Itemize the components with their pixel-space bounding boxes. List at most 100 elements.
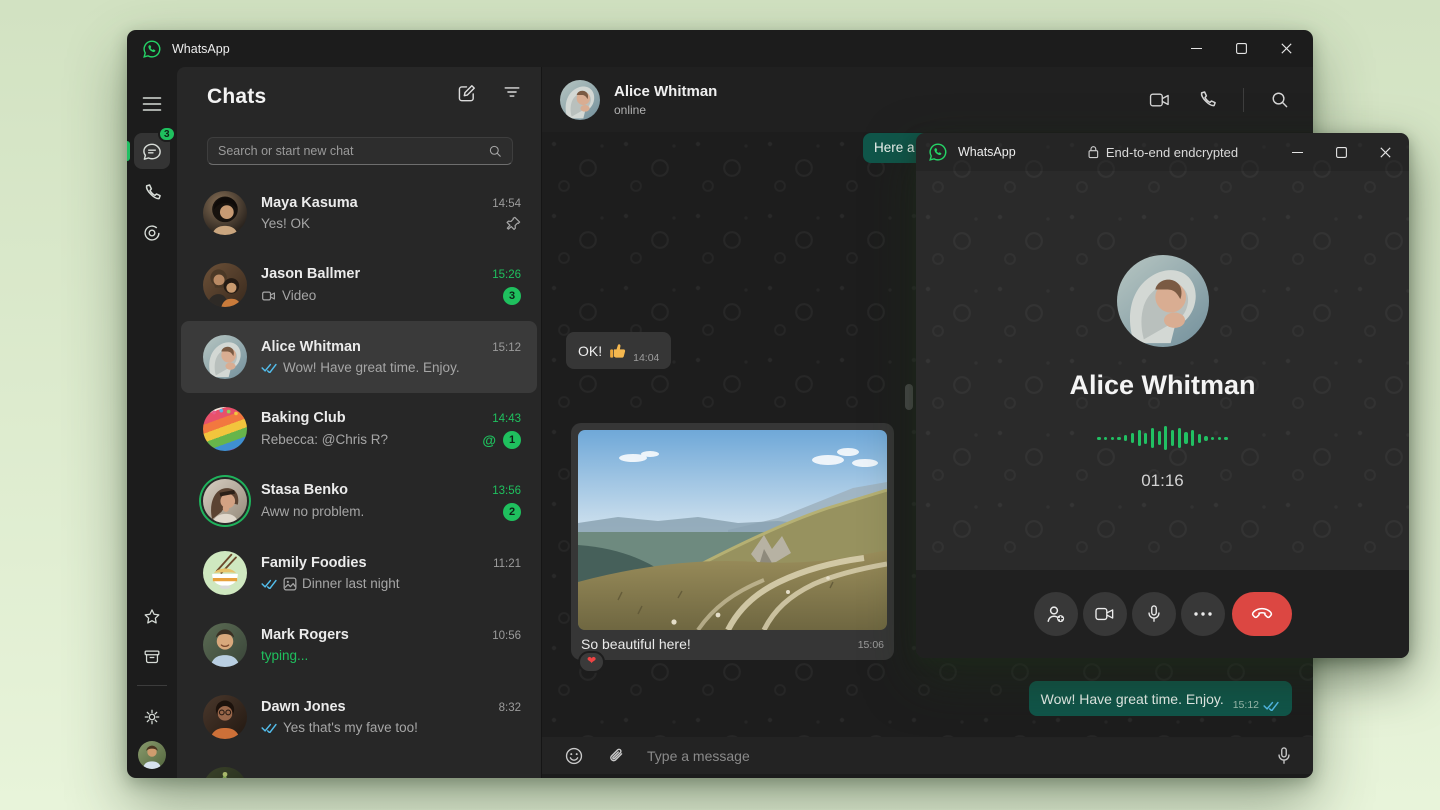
photo-message-icon (283, 577, 297, 591)
profile-avatar[interactable] (138, 741, 166, 769)
message-input[interactable] (647, 748, 1253, 764)
pinned-icon (506, 216, 521, 231)
photo-mountain-landscape[interactable] (578, 430, 887, 630)
voice-waveform (916, 425, 1409, 451)
desktop: WhatsApp 3 (0, 0, 1440, 810)
sidebar-item-archived[interactable] (142, 647, 162, 667)
close-button[interactable] (1264, 30, 1309, 67)
emoji-icon[interactable] (564, 746, 584, 766)
chat-name: Baking Club (261, 410, 346, 426)
call-minimize-button[interactable] (1275, 133, 1319, 171)
chat-name: Stasa Benko (261, 482, 348, 498)
chat-avatar (203, 551, 247, 595)
video-call-icon[interactable] (1149, 91, 1171, 109)
chat-list: Maya Kasuma 14:54 Yes! OK Jason Ballmer15:2… (177, 177, 541, 778)
search-input[interactable] (218, 144, 488, 158)
chat-name: Jason Ballmer (261, 266, 360, 282)
chat-time: 11:21 (493, 558, 521, 570)
sidebar-item-starred[interactable] (142, 607, 162, 627)
whatsapp-call-window: WhatsApp End-to-end endcrypted Alice Whi… (916, 133, 1409, 658)
search-box[interactable] (207, 137, 513, 165)
sidebar-item-settings[interactable] (142, 707, 162, 727)
maximize-button[interactable] (1219, 30, 1264, 67)
message-composer (542, 737, 1313, 774)
unread-badge: 3 (503, 287, 521, 305)
sidebar-item-status[interactable] (142, 223, 162, 243)
chat-time: 14:54 (492, 198, 521, 210)
chats-panel: Chats Maya Kasuma 14:54 Yes! OK Jason Ballm… (177, 67, 541, 778)
photo-caption: So beautiful here! (581, 636, 691, 652)
attach-icon[interactable] (606, 746, 625, 765)
chat-list-item[interactable]: Maya Kasuma 14:54 Yes! OK (177, 177, 541, 249)
chat-name: Alice Whitman (261, 339, 361, 355)
pinned-icon-wrap (506, 216, 521, 231)
chat-name: Mark Rogers (261, 627, 349, 643)
unread-badge: 2 (503, 503, 521, 521)
chat-list-item[interactable]: Dawn Jones8:32Yes that's my fave too! (177, 681, 541, 753)
heart-reaction-badge[interactable]: ❤ (578, 651, 605, 673)
call-window-title: WhatsApp (958, 145, 1016, 159)
menu-icon[interactable] (143, 96, 162, 112)
more-options-button[interactable] (1181, 592, 1225, 636)
contact-presence: online (614, 103, 717, 117)
main-titlebar[interactable]: WhatsApp (127, 30, 1313, 67)
search-in-chat-icon[interactable] (1270, 90, 1289, 109)
chat-list-item[interactable]: Alice Whitman 15:12 Wow! Have great time. … (181, 321, 537, 393)
voice-call-icon[interactable] (1197, 90, 1217, 110)
chat-name: Maya Kasuma (261, 195, 358, 211)
active-tab-indicator (127, 141, 130, 161)
call-titlebar[interactable]: WhatsApp End-to-end endcrypted (916, 133, 1409, 171)
conversation-header[interactable]: Alice Whitman online (542, 67, 1313, 132)
add-person-button[interactable] (1034, 592, 1078, 636)
chat-preview: Yes! OK (261, 216, 310, 231)
chats-icon (142, 141, 163, 162)
video-message-icon (261, 290, 277, 302)
call-close-button[interactable] (1363, 133, 1407, 171)
call-contact-name: Alice Whitman (916, 370, 1409, 401)
call-contact-avatar (1117, 255, 1209, 347)
mic-icon[interactable] (1275, 746, 1293, 766)
message-outgoing-wow[interactable]: Wow! Have great time. Enjoy. 15:12 (1029, 681, 1292, 716)
thumbs-up-emoji (608, 341, 627, 360)
contact-avatar (560, 80, 600, 120)
chat-time: 10:56 (492, 630, 521, 642)
mic-toggle-button[interactable] (1132, 592, 1176, 636)
chat-avatar (203, 407, 247, 451)
chat-time: 15:12 (492, 342, 521, 354)
call-timer: 01:16 (916, 471, 1409, 491)
chat-preview: Wow! Have great time. Enjoy. (283, 360, 460, 375)
read-ticks-icon (261, 722, 278, 733)
encryption-label: End-to-end endcrypted (1087, 145, 1238, 160)
chat-time: 8:32 (499, 702, 521, 714)
new-chat-icon[interactable] (456, 83, 477, 104)
chat-avatar (203, 695, 247, 739)
call-maximize-button[interactable] (1319, 133, 1363, 171)
window-title: WhatsApp (172, 42, 230, 56)
read-ticks-icon (261, 362, 278, 373)
chat-list-item[interactable]: Ziggy Woodley8:12 (177, 753, 541, 778)
chat-list-item[interactable]: Mark Rogers 10:56 typing... (177, 609, 541, 681)
whatsapp-logo-icon (928, 142, 948, 162)
unread-badge: 1 (503, 431, 521, 449)
chat-list-item[interactable]: Stasa Benko13:56Aww no problem.2 (177, 465, 541, 537)
chat-list-item[interactable]: Baking Club14:43Rebecca: @Chris R?@1 (177, 393, 541, 465)
header-divider (1243, 88, 1244, 112)
chat-scrollbar-thumb[interactable] (905, 384, 913, 410)
chats-panel-title: Chats (207, 85, 266, 109)
message-incoming-ok[interactable]: OK! 14:04 (566, 332, 671, 369)
chat-list-item[interactable]: Family Foodies11:21Dinner last night (177, 537, 541, 609)
whatsapp-logo-icon (142, 39, 162, 59)
call-controls-bar (916, 570, 1409, 658)
minimize-button[interactable] (1174, 30, 1219, 67)
video-toggle-button[interactable] (1083, 592, 1127, 636)
nav-rail: 3 (127, 67, 177, 778)
sidebar-item-calls[interactable] (142, 183, 162, 203)
mention-badge: @ (482, 432, 496, 448)
chat-avatar (203, 767, 247, 778)
chat-list-item[interactable]: Jason Ballmer15:26Video3 (177, 249, 541, 321)
chats-unread-badge: 3 (158, 126, 176, 142)
filter-icon[interactable] (503, 83, 521, 104)
end-call-button[interactable] (1232, 592, 1292, 636)
message-photo[interactable]: So beautiful here! 15:06 ❤ (571, 423, 894, 660)
chat-preview: typing... (261, 648, 308, 663)
